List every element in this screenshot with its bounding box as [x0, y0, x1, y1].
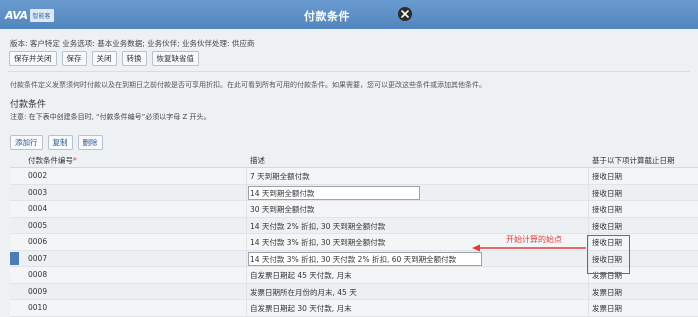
description-note: 付款条件定义发票须何时付款以及在到期日之前付款是否可享用折扣。在此可看到所有可用… [10, 81, 486, 89]
term-id: 0006 [28, 237, 48, 246]
table-row[interactable]: 0002 7 天到期全额付款 接收日期 [10, 168, 698, 185]
section-title: 付款条件 [10, 100, 47, 110]
convert-button[interactable]: 转换 [121, 51, 147, 66]
close-button[interactable]: 关闭 [91, 51, 117, 66]
term-description[interactable]: 发票日期所在月份的月末, 45 天 [250, 287, 357, 298]
term-base-date[interactable]: 发票日期 [592, 287, 622, 298]
term-id: 0002 [28, 171, 48, 180]
table-toolbar: 添加行 复制 删除 [10, 135, 103, 150]
row-selection-marker[interactable] [10, 251, 19, 265]
term-id: 0007 [28, 253, 48, 263]
table-row[interactable]: 0003 14 天到期全额付款 接收日期 [10, 184, 698, 201]
delete-button[interactable]: 删除 [77, 135, 103, 150]
term-description[interactable]: 30 天到期全额付款 [250, 204, 314, 215]
highlight-box [587, 235, 630, 274]
add-row-button[interactable]: 添加行 [10, 135, 43, 150]
table-row[interactable]: 0004 30 天到期全额付款 接收日期 [10, 201, 698, 218]
arrow-icon [472, 244, 586, 252]
restore-defaults-button[interactable]: 恢复缺省值 [151, 51, 199, 66]
column-header-base-date[interactable]: 基于以下项计算截止日期 [592, 155, 675, 166]
term-description[interactable]: 7 天到期全额付款 [250, 171, 310, 182]
term-description[interactable]: 自发票日期起 45 天付款, 月末 [250, 270, 352, 281]
term-id: 0005 [28, 220, 48, 230]
save-and-close-button[interactable]: 保存并关闭 [9, 51, 57, 66]
divider [8, 71, 690, 72]
column-header-description[interactable]: 描述 [250, 155, 265, 166]
dialog-title: 付款条件 [0, 8, 698, 24]
save-button[interactable]: 保存 [61, 51, 87, 66]
table-row[interactable]: 0009 发票日期所在月份的月末, 45 天 发票日期 [10, 283, 698, 300]
table-row[interactable]: 0005 14 天付款 2% 折扣, 30 天到期全额付款 接收日期 [10, 217, 698, 234]
dialog-header: AVA 智能客 付款条件 [0, 0, 698, 29]
table-row[interactable]: 0010 自发票日期起 30 天付款, 月末 发票日期 [10, 300, 698, 317]
term-id: 0008 [28, 270, 48, 279]
dialog-title-text: 付款条件 [304, 10, 350, 23]
term-description[interactable]: 14 天付款 2% 折扣, 30 天到期全额付款 [250, 221, 385, 232]
term-base-date[interactable]: 接收日期 [592, 204, 622, 215]
version-info: 版本: 客户特定 业务选项: 基本业务数据; 业务伙伴; 业务伙伴处理: 供应商 [10, 39, 255, 48]
term-base-date[interactable]: 接收日期 [592, 171, 622, 182]
copy-button[interactable]: 复制 [47, 135, 73, 150]
table-header: 付款条件编号* 描述 基于以下项计算截止日期 [10, 153, 698, 168]
term-description[interactable]: 自发票日期起 30 天付款, 月末 [250, 303, 352, 314]
close-icon[interactable] [398, 7, 412, 21]
main-toolbar: 保存并关闭 保存 关闭 转换 恢复缺省值 [9, 51, 199, 66]
column-header-id[interactable]: 付款条件编号* [28, 155, 77, 166]
term-description[interactable]: 14 天付款 3% 折扣, 30 天付款 2% 折扣, 60 天到期全额付款 [250, 254, 456, 265]
section-note: 注意: 在下表中创建条目时, “付款条件编号”必须以字母 Z 开头。 [10, 113, 211, 121]
term-description[interactable]: 14 天到期全额付款 [250, 188, 314, 199]
term-base-date[interactable]: 接收日期 [592, 221, 622, 232]
term-id: 0009 [28, 286, 48, 296]
term-id: 0003 [28, 187, 48, 197]
term-id: 0004 [28, 204, 48, 213]
term-description[interactable]: 14 天付款 3% 折扣, 30 天到期全额付款 [250, 237, 385, 248]
term-base-date[interactable]: 接收日期 [592, 188, 622, 199]
term-base-date[interactable]: 发票日期 [592, 303, 622, 314]
